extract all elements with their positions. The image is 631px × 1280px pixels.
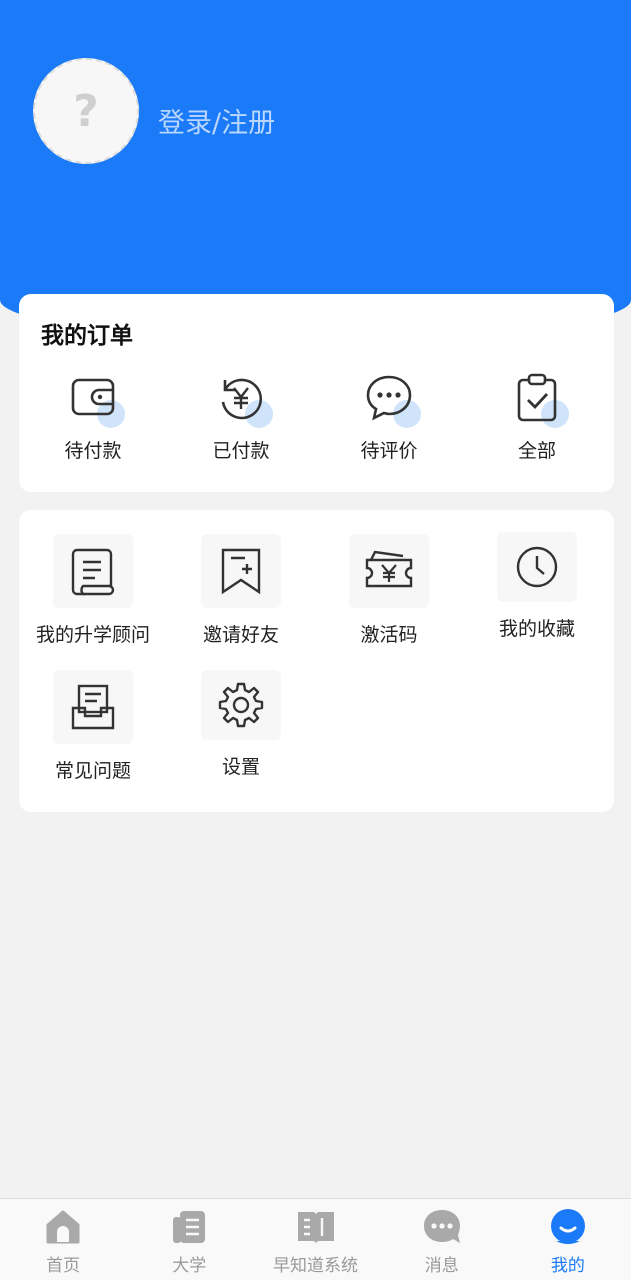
tab-label: 大学 bbox=[172, 1256, 207, 1276]
home-icon bbox=[46, 1210, 80, 1244]
avatar-placeholder-glyph: ? bbox=[73, 85, 99, 137]
clock-icon bbox=[516, 546, 558, 588]
document-scroll-icon bbox=[71, 548, 115, 596]
order-paid[interactable]: 已付款 bbox=[167, 372, 315, 472]
service-activation-code[interactable]: 激活码 bbox=[315, 534, 463, 654]
order-item-label: 已付款 bbox=[212, 440, 270, 462]
my-orders-card: 我的订单 待付款 已付款 待评价 全部 bbox=[19, 294, 614, 492]
yen-refresh-icon bbox=[221, 378, 263, 420]
order-item-label: 待评价 bbox=[360, 440, 418, 462]
clipboard-check-icon bbox=[517, 373, 557, 422]
order-pending-review[interactable]: 待评价 bbox=[315, 372, 463, 472]
open-book-icon bbox=[297, 1212, 334, 1244]
tab-label: 我的 bbox=[550, 1256, 585, 1276]
ticket-yen-icon bbox=[365, 550, 413, 588]
service-item-label: 常见问题 bbox=[54, 760, 131, 782]
order-pending-payment[interactable]: 待付款 bbox=[19, 372, 167, 472]
bookmark-plus-icon bbox=[221, 548, 261, 595]
message-icon bbox=[423, 1210, 460, 1243]
service-item-label: 邀请好友 bbox=[202, 624, 279, 646]
wallet-icon bbox=[71, 378, 115, 416]
service-item-label: 设置 bbox=[221, 756, 260, 778]
order-item-label: 全部 bbox=[517, 440, 556, 462]
tab-university[interactable]: 大学 bbox=[126, 1199, 252, 1280]
tab-profile[interactable]: 我的 bbox=[505, 1199, 631, 1280]
service-my-favorites[interactable]: 我的收藏 bbox=[463, 532, 611, 652]
order-all[interactable]: 全部 bbox=[463, 372, 611, 472]
service-item-label: 我的收藏 bbox=[498, 618, 575, 640]
order-item-label: 待付款 bbox=[64, 440, 122, 462]
avatar[interactable]: ? bbox=[33, 58, 139, 164]
services-card: 我的升学顾问 邀请好友 激活码 我的收藏 常见问题 设置 bbox=[19, 510, 614, 812]
book-stack-icon bbox=[173, 1211, 206, 1243]
tab-label: 首页 bbox=[46, 1256, 81, 1276]
service-faq[interactable]: 常见问题 bbox=[19, 670, 167, 790]
service-invite-friends[interactable]: 邀请好友 bbox=[167, 534, 315, 654]
bottom-tab-bar: 首页 大学 早知道系统 消息 我的 bbox=[0, 1198, 631, 1280]
service-item-label: 我的升学顾问 bbox=[35, 624, 150, 646]
profile-icon bbox=[550, 1209, 585, 1244]
gear-icon bbox=[218, 682, 264, 728]
inbox-tray-icon bbox=[71, 684, 115, 730]
service-my-advisor[interactable]: 我的升学顾问 bbox=[19, 534, 167, 654]
tab-label: 早知道系统 bbox=[273, 1256, 358, 1276]
profile-header bbox=[0, 0, 631, 340]
tab-label: 消息 bbox=[424, 1256, 459, 1276]
chat-bubble-icon bbox=[366, 375, 412, 421]
service-settings[interactable]: 设置 bbox=[167, 670, 315, 790]
service-item-label: 激活码 bbox=[360, 624, 418, 646]
my-orders-title: 我的订单 bbox=[41, 323, 133, 349]
tab-home[interactable]: 首页 bbox=[0, 1199, 126, 1280]
tab-messages[interactable]: 消息 bbox=[379, 1199, 505, 1280]
tab-knowledge-system[interactable]: 早知道系统 bbox=[252, 1199, 378, 1280]
login-register-link[interactable]: 登录/注册 bbox=[158, 101, 275, 140]
